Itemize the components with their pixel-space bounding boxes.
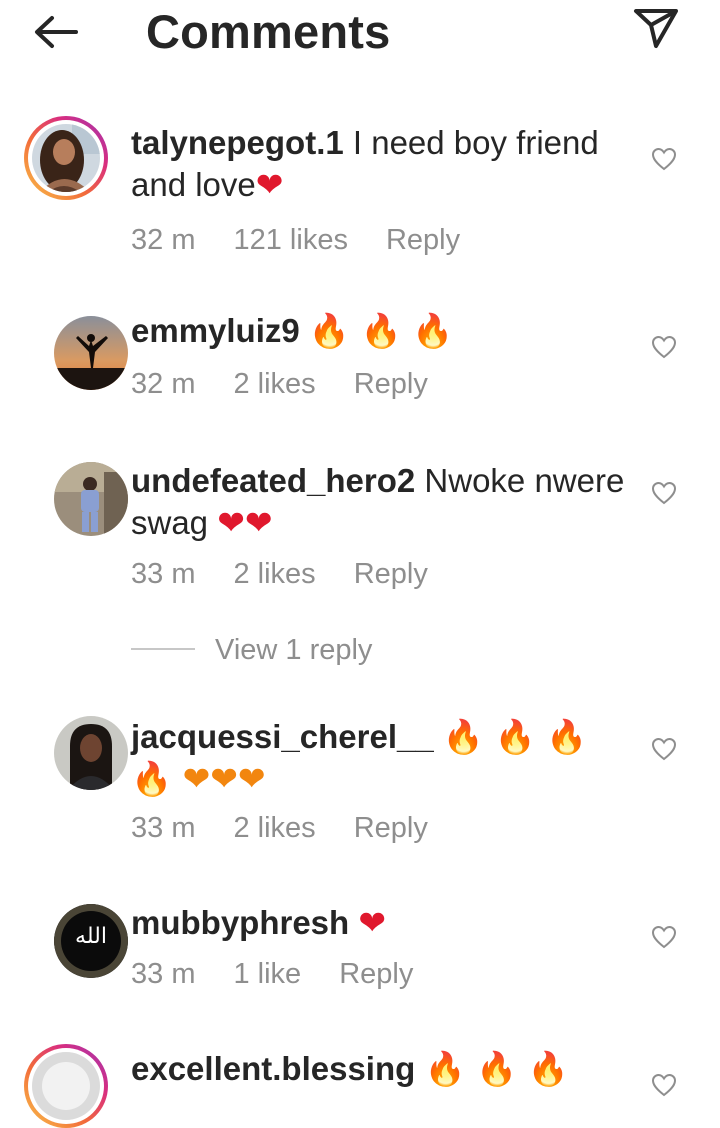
username[interactable]: mubbyphresh — [131, 904, 349, 941]
comment-text: excellent.blessing 🔥 🔥 🔥 — [131, 1048, 631, 1090]
username[interactable]: emmyluiz9 — [131, 312, 300, 349]
heart-emoji: ❤❤ — [217, 503, 273, 542]
like-count[interactable]: 1 like — [233, 958, 301, 990]
avatar[interactable] — [24, 460, 128, 544]
heart-icon[interactable] — [650, 334, 678, 360]
username[interactable]: jacquessi_cherel__ — [131, 718, 434, 755]
avatar[interactable]: الله — [24, 902, 128, 986]
comment-text: talynepegot.1 I need boy friend and love… — [131, 122, 631, 206]
comment-text: undefeated_hero2 Nwoke nwere swag ❤❤ — [131, 462, 625, 542]
comment-time: 32 m — [131, 224, 196, 256]
send-icon[interactable] — [632, 6, 680, 50]
reply-divider — [131, 648, 195, 651]
avatar[interactable] — [24, 1044, 108, 1128]
avatar[interactable] — [24, 312, 128, 396]
like-count[interactable]: 2 likes — [233, 812, 315, 844]
username[interactable]: undefeated_hero2 — [131, 462, 415, 499]
reply-button[interactable]: Reply — [354, 558, 428, 590]
heart-icon[interactable] — [650, 480, 678, 506]
comment-meta: 33 m 1 like Reply — [131, 958, 451, 991]
reply-button[interactable]: Reply — [339, 958, 413, 990]
fire-emoji: 🔥 🔥 🔥 — [424, 1049, 569, 1088]
heart-emoji: ❤ — [255, 165, 284, 204]
heart-icon[interactable] — [650, 924, 678, 950]
reply-button[interactable]: Reply — [354, 812, 428, 844]
comment-meta: 32 m 2 likes Reply — [131, 368, 466, 401]
fire-emoji: 🔥 🔥 🔥 — [308, 311, 454, 350]
comment-meta: 32 m 121 likes Reply — [131, 224, 498, 257]
avatar[interactable] — [24, 714, 128, 798]
heart-icon[interactable] — [650, 1072, 678, 1098]
comment-text: mubbyphresh ❤ — [131, 902, 631, 944]
comment-time: 33 m — [131, 958, 196, 990]
comment-text: emmyluiz9 🔥 🔥 🔥 — [131, 310, 631, 352]
page-title: Comments — [146, 5, 391, 58]
avatar[interactable] — [24, 116, 108, 200]
comment-time: 32 m — [131, 368, 196, 400]
heart-icon[interactable] — [650, 736, 678, 762]
comment-text: jacquessi_cherel__ 🔥 🔥 🔥 🔥 ❤❤❤ — [131, 716, 631, 800]
back-arrow-icon[interactable] — [30, 14, 82, 50]
heart-icon[interactable] — [650, 146, 678, 172]
username[interactable]: excellent.blessing — [131, 1050, 415, 1087]
top-bar: Comments — [0, 0, 720, 64]
view-replies-button[interactable]: View 1 reply — [131, 634, 372, 667]
avatar-text: الله — [75, 924, 107, 949]
like-count[interactable]: 2 likes — [233, 558, 315, 590]
comment-meta: 33 m 2 likes Reply — [131, 812, 466, 845]
comment-time: 33 m — [131, 812, 196, 844]
like-count[interactable]: 2 likes — [233, 368, 315, 400]
comment-meta: 33 m 2 likes Reply — [131, 558, 466, 591]
like-count[interactable]: 121 likes — [233, 224, 347, 256]
comment-time: 33 m — [131, 558, 196, 590]
reply-button[interactable]: Reply — [386, 224, 460, 256]
username[interactable]: talynepegot.1 — [131, 124, 344, 161]
view-replies-label: View 1 reply — [215, 634, 373, 666]
heart-emoji: ❤ — [358, 903, 387, 942]
reply-button[interactable]: Reply — [354, 368, 428, 400]
